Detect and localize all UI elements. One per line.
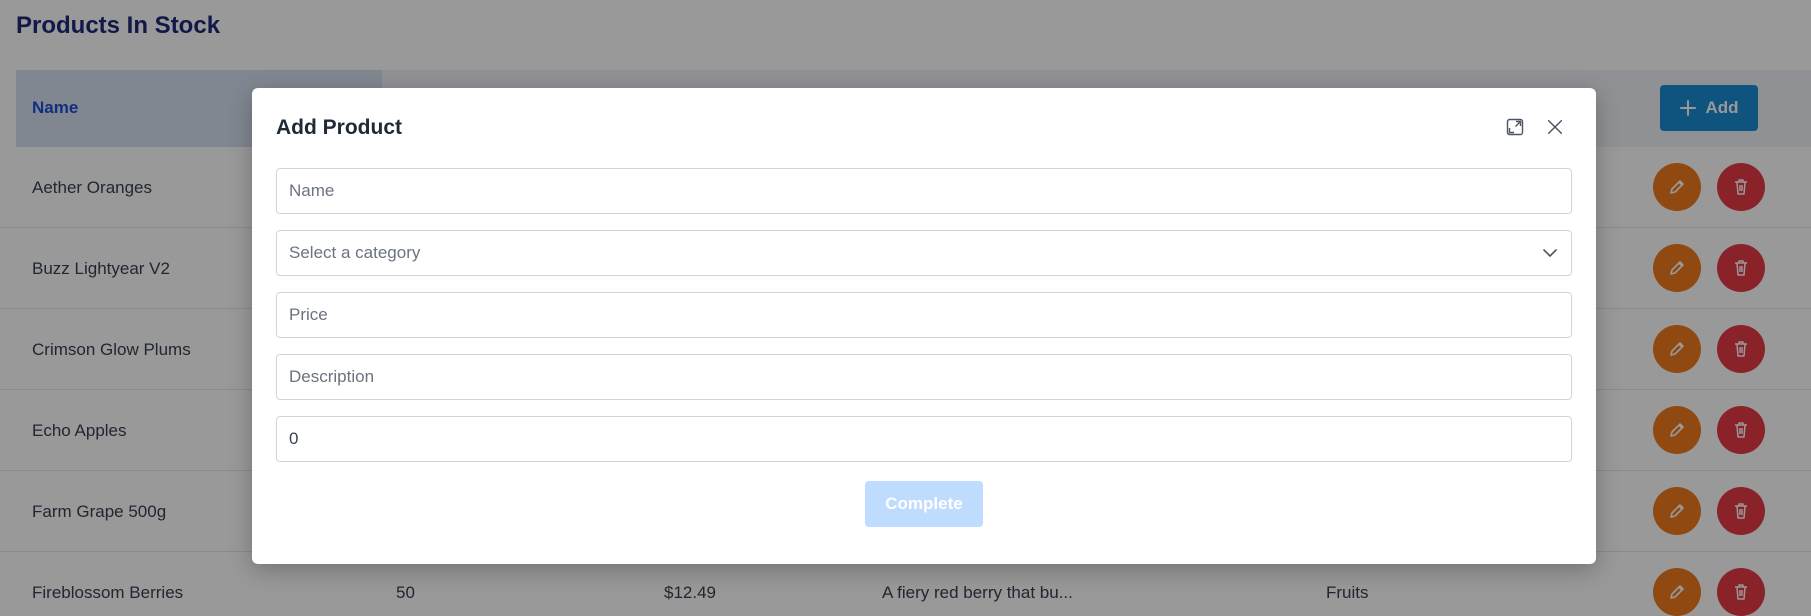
close-icon[interactable] (1544, 116, 1566, 138)
description-field[interactable] (276, 354, 1572, 400)
category-select[interactable]: Select a category (276, 230, 1572, 276)
price-field[interactable] (276, 292, 1572, 338)
category-select-placeholder: Select a category (289, 243, 421, 262)
chevron-down-icon (1543, 249, 1557, 257)
name-field[interactable] (276, 168, 1572, 214)
complete-button[interactable]: Complete (865, 481, 983, 527)
quantity-field[interactable] (276, 416, 1572, 462)
expand-icon[interactable] (1504, 116, 1526, 138)
modal-title: Add Product (276, 116, 402, 139)
add-product-modal: Add Product Select a category Complete (252, 88, 1596, 564)
